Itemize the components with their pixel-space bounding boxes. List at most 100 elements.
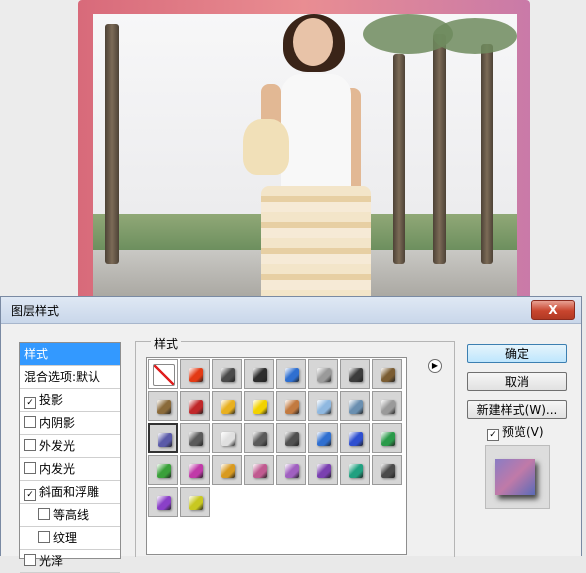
ok-button[interactable]: 确定 [467,344,567,363]
style-swatch[interactable] [244,359,274,389]
style-swatch-icon [253,368,267,382]
style-swatch-icon [349,400,363,414]
style-swatch[interactable] [244,423,274,453]
style-swatch[interactable] [212,391,242,421]
woman-blouse [281,74,351,194]
style-swatch-icon [317,464,331,478]
style-category-item[interactable]: 光泽 [20,550,120,573]
style-preview-thumbnail [495,459,535,495]
style-swatch-icon [189,496,203,510]
palm-trunk [393,54,405,264]
style-swatch[interactable] [180,359,210,389]
style-swatch[interactable] [340,423,370,453]
style-category-checkbox[interactable]: ✓ [24,397,36,409]
style-swatch[interactable] [148,391,178,421]
style-swatch[interactable] [148,423,178,453]
style-swatch-icon [157,400,171,414]
style-category-checkbox[interactable] [24,462,36,474]
style-swatch-icon [157,496,171,510]
close-button[interactable]: X [531,300,575,320]
style-swatch-icon [381,464,395,478]
style-swatch-icon [349,464,363,478]
style-category-item[interactable]: 样式 [20,343,120,366]
style-swatch[interactable] [340,359,370,389]
style-swatch-icon [253,400,267,414]
cancel-button[interactable]: 取消 [467,372,567,391]
style-category-checkbox[interactable] [38,531,50,543]
styles-menu-arrow-icon[interactable]: ▶ [428,359,442,373]
style-swatch-icon [153,364,175,386]
style-swatch[interactable] [276,423,306,453]
style-swatch-icon [189,432,203,446]
style-swatch[interactable] [308,391,338,421]
palm-trunk [481,44,493,264]
style-swatch[interactable] [244,455,274,485]
style-preview [485,445,550,509]
style-swatch[interactable] [148,455,178,485]
style-swatch[interactable] [372,359,402,389]
style-category-label: 混合选项:默认 [24,370,101,384]
style-swatch[interactable] [180,455,210,485]
style-swatch-icon [381,432,395,446]
dialog-title: 图层样式 [11,304,60,318]
style-swatch[interactable] [308,423,338,453]
preview-toggle[interactable]: ✓ 预览(V) [487,425,544,441]
style-category-item[interactable]: ✓ 投影 [20,389,120,412]
style-swatch[interactable] [276,391,306,421]
style-category-label: 投影 [39,393,64,407]
new-style-button[interactable]: 新建样式(W)... [467,400,567,419]
styles-group-label: 样式 [151,335,182,352]
style-swatch[interactable] [372,455,402,485]
style-swatch-icon [381,368,395,382]
style-swatch[interactable] [180,487,210,517]
style-category-item[interactable]: ✓ 斜面和浮雕 [20,481,120,504]
style-swatch[interactable] [148,359,178,389]
style-category-item[interactable]: 内发光 [20,458,120,481]
style-category-item[interactable]: 纹理 [20,527,120,550]
style-swatch[interactable] [276,359,306,389]
style-swatch[interactable] [276,455,306,485]
style-swatch-icon [221,464,235,478]
style-category-checkbox[interactable] [24,439,36,451]
style-swatch-icon [253,464,267,478]
style-swatch-icon [157,464,171,478]
preview-checkbox[interactable]: ✓ [487,429,499,441]
style-swatch[interactable] [308,359,338,389]
dialog-titlebar[interactable]: 图层样式 X [1,297,581,324]
style-swatch[interactable] [308,455,338,485]
style-swatch[interactable] [372,423,402,453]
style-category-checkbox[interactable] [24,416,36,428]
style-swatch[interactable] [212,423,242,453]
style-swatch[interactable] [148,487,178,517]
style-swatch-icon [285,400,299,414]
style-swatch[interactable] [340,455,370,485]
style-swatch-icon [285,464,299,478]
style-swatch[interactable] [180,391,210,421]
style-category-label: 内发光 [39,462,76,476]
style-category-checkbox[interactable]: ✓ [24,489,36,501]
style-swatch-icon [317,432,331,446]
style-category-label: 等高线 [53,508,90,522]
style-category-item[interactable]: 等高线 [20,504,120,527]
canvas-photo-area [0,0,586,300]
palm-frond [433,18,517,54]
style-swatch[interactable] [340,391,370,421]
palm-trunk [433,34,446,264]
style-swatch[interactable] [212,359,242,389]
style-category-item[interactable]: 内阴影 [20,412,120,435]
style-category-checkbox[interactable] [38,508,50,520]
style-category-label: 斜面和浮雕 [39,485,100,499]
woman-handbag [243,119,289,175]
palm-trunk [105,24,119,264]
woman-face [293,18,333,66]
style-swatch[interactable] [372,391,402,421]
style-swatch[interactable] [180,423,210,453]
photo [93,14,517,300]
style-category-item[interactable]: 混合选项:默认 [20,366,120,389]
style-category-item[interactable]: 外发光 [20,435,120,458]
style-swatch[interactable] [212,455,242,485]
style-swatch-icon [189,400,203,414]
style-category-label: 光泽 [39,554,64,568]
style-swatch[interactable] [244,391,274,421]
style-swatch-icon [349,432,363,446]
